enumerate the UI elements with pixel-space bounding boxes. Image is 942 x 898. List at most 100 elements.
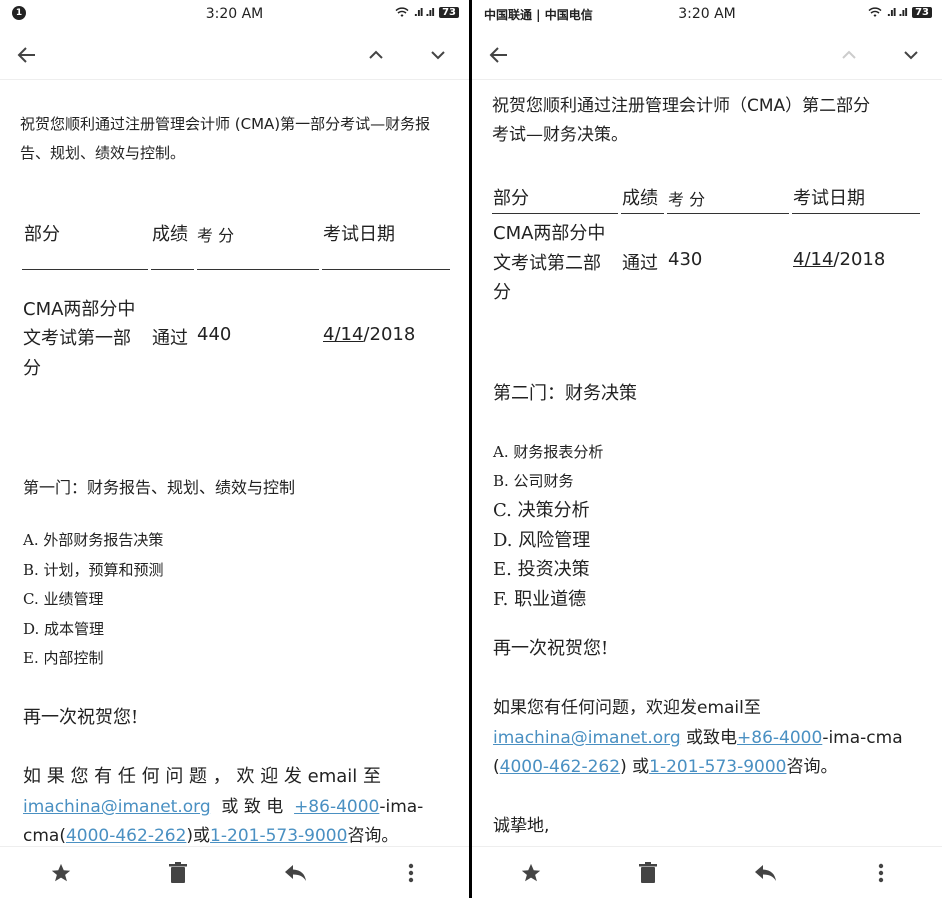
- action-bar: [0, 846, 469, 898]
- divider: [22, 269, 148, 270]
- delete-button[interactable]: [164, 859, 192, 887]
- status-icons: .ıl .ıl 73: [395, 6, 459, 19]
- star-button[interactable]: [517, 859, 545, 887]
- star-icon: [51, 863, 71, 882]
- screenshot-pair: 1 3:20 AM .ıl .ıl 73 祝贺您顺利通过注册管理会计师 (CMA…: [0, 0, 942, 898]
- list-item: B. 计划，预算和预测: [23, 561, 164, 579]
- section-title: 第一门：财务报告、规划、绩效与控制: [23, 478, 296, 497]
- phone-link[interactable]: 4000-462-262: [66, 826, 186, 846]
- list-item: C. 业绩管理: [23, 590, 104, 608]
- cell-part-line2: 文考试第二部: [493, 253, 601, 274]
- contact-line-1: 如果您有任何问题，欢迎发email至: [493, 698, 761, 718]
- divider: [621, 213, 664, 214]
- divider: [197, 269, 319, 270]
- phone-link[interactable]: +86-4000: [294, 797, 379, 817]
- email-toolbar: [472, 30, 942, 80]
- reply-button[interactable]: [751, 859, 779, 887]
- col-header-part: 部分: [24, 224, 60, 245]
- section-title: 第二门：财务决策: [493, 383, 637, 404]
- email-link[interactable]: imachina@imanet.org: [493, 728, 681, 748]
- date-link[interactable]: 4/14: [323, 324, 363, 345]
- reply-button[interactable]: [281, 859, 309, 887]
- phone-link[interactable]: 4000-462-262: [500, 757, 620, 777]
- list-item: F. 职业道德: [493, 589, 587, 610]
- wifi-icon: [395, 7, 409, 17]
- email-link[interactable]: imachina@imanet.org: [23, 797, 211, 817]
- divider: [667, 213, 789, 214]
- cell-result: 通过: [622, 253, 658, 274]
- left-phone-screen: 1 3:20 AM .ıl .ıl 73 祝贺您顺利通过注册管理会计师 (CMA…: [0, 0, 469, 898]
- col-header-score: 考 分: [197, 226, 235, 245]
- signoff: 诚挚地,: [493, 816, 550, 836]
- more-options-button[interactable]: [397, 859, 425, 887]
- email-body: 祝贺您顺利通过注册管理会计师 (CMA)第一部分考试—财务报告、规划、绩效与控制…: [0, 80, 469, 846]
- cell-score: 440: [197, 324, 232, 345]
- chevron-down-icon: [904, 51, 918, 60]
- status-icons: .ıl .ıl 73: [868, 6, 932, 19]
- intro-line-2: 考试—财务决策。: [492, 125, 628, 145]
- col-header-result: 成绩: [152, 224, 188, 245]
- action-bar: [472, 846, 942, 898]
- email-body: 祝贺您顺利通过注册管理会计师（CMA）第二部分 考试—财务决策。 部分 成绩 考…: [472, 80, 942, 846]
- battery-icon: 73: [439, 7, 459, 18]
- back-button[interactable]: [482, 38, 516, 72]
- contact-line-2: imachina@imanet.org 或致电+86-4000-ima-cma: [493, 728, 903, 748]
- cell-part-line3: 分: [493, 282, 511, 303]
- col-header-result: 成绩: [622, 188, 658, 209]
- more-vertical-icon: [408, 863, 414, 883]
- back-button[interactable]: [10, 38, 44, 72]
- divider: [322, 269, 450, 270]
- status-bar: 1 3:20 AM .ıl .ıl 73: [0, 0, 469, 30]
- next-email-button[interactable]: [894, 38, 928, 72]
- previous-email-button[interactable]: [832, 38, 866, 72]
- cell-part-line1: CMA两部分中: [493, 223, 606, 244]
- phone-link[interactable]: 1-201-573-9000: [210, 826, 347, 846]
- list-item: C. 决策分析: [493, 500, 590, 521]
- contact-line-3: (4000-462-262) 或1-201-573-9000咨询。: [493, 757, 838, 777]
- email-toolbar: [0, 30, 469, 80]
- signal-strength-icon: .ıl .ıl: [886, 6, 908, 19]
- wifi-icon: [868, 7, 882, 17]
- delete-button[interactable]: [634, 859, 662, 887]
- date-link[interactable]: 4/14: [793, 249, 833, 270]
- arrow-left-icon: [17, 47, 35, 63]
- next-email-button[interactable]: [421, 38, 455, 72]
- divider: [151, 269, 194, 270]
- star-button[interactable]: [47, 859, 75, 887]
- closing-line: 再一次祝贺您!: [493, 638, 609, 659]
- col-header-part: 部分: [493, 188, 529, 209]
- cell-date: 4/14/2018: [793, 249, 886, 270]
- cell-result: 通过: [152, 328, 188, 349]
- intro-line-1: 祝贺您顺利通过注册管理会计师（CMA）第二部分: [492, 96, 871, 116]
- contact-line-3: cma(4000-462-262)或1-201-573-9000咨询。: [23, 826, 399, 846]
- col-header-date: 考试日期: [323, 224, 395, 245]
- list-item: E. 内部控制: [23, 649, 104, 667]
- previous-email-button[interactable]: [359, 38, 393, 72]
- right-phone-screen: 中国联通 | 中国电信 3:20 AM .ıl .ıl 73 祝贺您顺利通过注册…: [472, 0, 942, 898]
- list-item: A. 财务报表分析: [493, 443, 604, 461]
- more-options-button[interactable]: [867, 859, 895, 887]
- contact-line-1: 如 果 您 有 任 何 问 题 ， 欢 迎 发 email 至: [23, 766, 382, 787]
- more-vertical-icon: [878, 863, 884, 883]
- col-header-date: 考试日期: [793, 188, 865, 209]
- status-bar: 中国联通 | 中国电信 3:20 AM .ıl .ıl 73: [472, 0, 942, 30]
- phone-link[interactable]: +86-4000: [737, 728, 822, 748]
- chevron-up-icon: [842, 50, 856, 59]
- col-header-score: 考 分: [668, 190, 706, 209]
- cell-part-line1: CMA两部分中: [23, 299, 136, 320]
- reply-icon: [755, 865, 776, 881]
- divider: [492, 213, 618, 214]
- cell-score: 430: [668, 249, 703, 270]
- list-item: E. 投资决策: [493, 559, 590, 580]
- list-item: A. 外部财务报告决策: [23, 531, 164, 549]
- trash-icon: [639, 862, 657, 883]
- reply-icon: [285, 865, 306, 881]
- cell-part-line2: 文考试第一部: [23, 328, 131, 349]
- intro-paragraph: 祝贺您顺利通过注册管理会计师 (CMA)第一部分考试—财务报告、规划、绩效与控制…: [20, 115, 431, 162]
- chevron-up-icon: [369, 50, 383, 59]
- arrow-left-icon: [489, 47, 507, 63]
- phone-link[interactable]: 1-201-573-9000: [649, 757, 786, 777]
- battery-icon: 73: [912, 7, 932, 18]
- signal-strength-icon: .ıl .ıl: [413, 6, 435, 19]
- list-item: D. 成本管理: [23, 620, 105, 638]
